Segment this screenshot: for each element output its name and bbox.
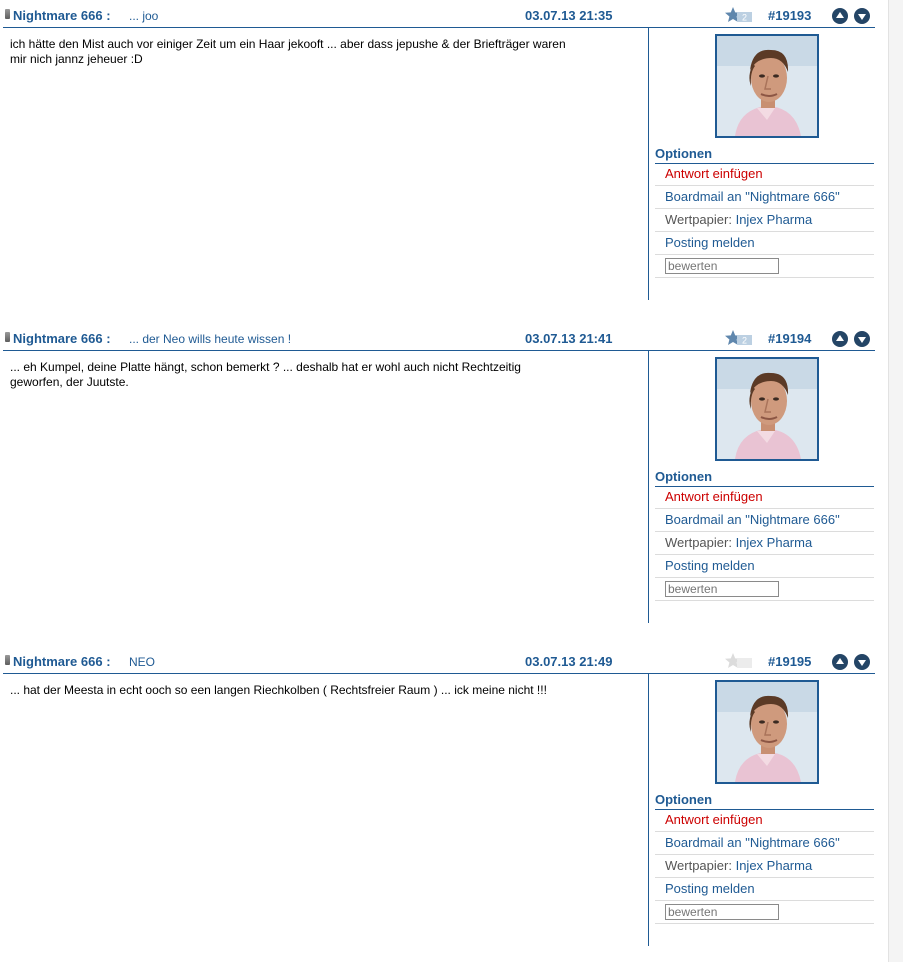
rate-input[interactable]: [665, 904, 779, 920]
boardmail-link[interactable]: Boardmail an "Nightmare 666": [655, 186, 874, 209]
options-title: Optionen: [655, 469, 874, 487]
star-count: 2: [742, 336, 747, 346]
post-marker-icon: [5, 9, 10, 19]
arrow-up-icon[interactable]: [832, 331, 848, 347]
rate-input[interactable]: [665, 581, 779, 597]
author-link[interactable]: Nightmare 666 :: [13, 331, 111, 346]
security-row: Wertpapier: Injex Pharma: [655, 855, 874, 878]
post-sidebar: Optionen Antwort einfügen Boardmail an "…: [648, 674, 876, 946]
rate-input[interactable]: [665, 258, 779, 274]
arrow-up-icon[interactable]: [832, 8, 848, 24]
report-link[interactable]: Posting melden: [655, 232, 874, 255]
star-count: 2: [742, 13, 747, 23]
post-body: ... hat der Meesta in echt ooch so een l…: [10, 683, 547, 697]
author-link[interactable]: Nightmare 666 :: [13, 654, 111, 669]
post-date: 03.07.13 21:41: [525, 331, 613, 346]
post-number[interactable]: #19194: [768, 331, 811, 346]
post-subject: NEO: [129, 655, 156, 669]
report-link[interactable]: Posting melden: [655, 555, 874, 578]
star-rating-icon[interactable]: 2: [725, 6, 753, 24]
post-subject: ... joo: [129, 9, 159, 23]
star-rating-icon[interactable]: [725, 652, 753, 670]
post-sidebar: Optionen Antwort einfügen Boardmail an "…: [648, 351, 876, 623]
star-rating-icon[interactable]: 2: [725, 329, 753, 347]
avatar[interactable]: [715, 357, 819, 461]
post-number[interactable]: #19193: [768, 8, 811, 23]
rate-row: [655, 255, 874, 278]
post-subject: ... der Neo wills heute wissen !: [129, 332, 292, 346]
page-scrollbar[interactable]: [888, 0, 903, 962]
post-marker-icon: [5, 332, 10, 342]
reply-link[interactable]: Antwort einfügen: [655, 486, 874, 509]
post-header: Nightmare 666 : ... joo 03.07.13 21:35 2…: [3, 3, 875, 28]
arrow-down-icon[interactable]: [854, 654, 870, 670]
post-header: Nightmare 666 : NEO 03.07.13 21:49 #1919…: [3, 649, 875, 674]
options-title: Optionen: [655, 146, 874, 164]
post-body: ... eh Kumpel, deine Platte hängt, schon…: [10, 360, 521, 389]
arrow-down-icon[interactable]: [854, 331, 870, 347]
reply-link[interactable]: Antwort einfügen: [655, 163, 874, 186]
post-marker-icon: [5, 655, 10, 665]
options-title: Optionen: [655, 792, 874, 810]
boardmail-link[interactable]: Boardmail an "Nightmare 666": [655, 832, 874, 855]
post-sidebar: Optionen Antwort einfügen Boardmail an "…: [648, 28, 876, 300]
author-link[interactable]: Nightmare 666 :: [13, 8, 111, 23]
avatar[interactable]: [715, 680, 819, 784]
boardmail-link[interactable]: Boardmail an "Nightmare 666": [655, 509, 874, 532]
security-row: Wertpapier: Injex Pharma: [655, 209, 874, 232]
reply-link[interactable]: Antwort einfügen: [655, 809, 874, 832]
security-label: Wertpapier:: [665, 858, 732, 873]
rate-row: [655, 901, 874, 924]
report-link[interactable]: Posting melden: [655, 878, 874, 901]
avatar[interactable]: [715, 34, 819, 138]
security-label: Wertpapier:: [665, 535, 732, 550]
rate-row: [655, 578, 874, 601]
security-label: Wertpapier:: [665, 212, 732, 227]
security-row: Wertpapier: Injex Pharma: [655, 532, 874, 555]
security-link[interactable]: Injex Pharma: [736, 535, 813, 550]
post-date: 03.07.13 21:49: [525, 654, 613, 669]
post-date: 03.07.13 21:35: [525, 8, 613, 23]
post-header: Nightmare 666 : ... der Neo wills heute …: [3, 326, 875, 351]
security-link[interactable]: Injex Pharma: [736, 212, 813, 227]
security-link[interactable]: Injex Pharma: [736, 858, 813, 873]
arrow-up-icon[interactable]: [832, 654, 848, 670]
post-number[interactable]: #19195: [768, 654, 811, 669]
post-body: ich hätte den Mist auch vor einiger Zeit…: [10, 37, 566, 66]
arrow-down-icon[interactable]: [854, 8, 870, 24]
